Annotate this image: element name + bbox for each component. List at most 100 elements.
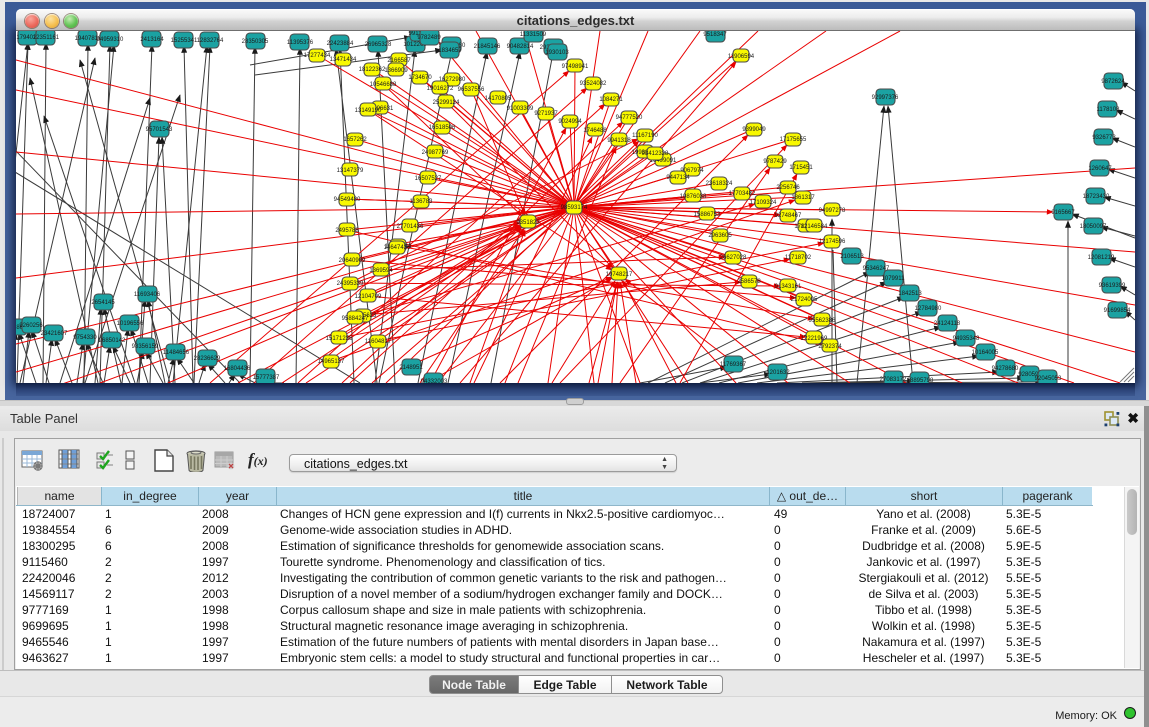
svg-text:13147379: 13147379 (337, 168, 364, 174)
svg-text:9165667: 9165667 (1051, 210, 1075, 216)
svg-text:98593174: 98593174 (561, 205, 588, 211)
svg-text:10196556: 10196556 (117, 321, 144, 327)
svg-text:94935348: 94935348 (953, 336, 980, 342)
svg-text:28236629: 28236629 (194, 356, 221, 362)
svg-text:11484656: 11484656 (163, 350, 190, 356)
svg-text:11331509: 11331509 (520, 32, 547, 38)
svg-text:11769367: 11769367 (720, 362, 747, 368)
svg-text:15886753: 15886753 (694, 212, 721, 218)
svg-text:14965137: 14965137 (318, 359, 345, 365)
svg-text:1369594: 1369594 (369, 268, 393, 274)
svg-text:22423884: 22423884 (327, 41, 354, 47)
svg-text:20640909: 20640909 (339, 258, 366, 264)
svg-text:2413164: 2413164 (140, 37, 164, 43)
svg-text:12174596: 12174596 (819, 239, 846, 245)
svg-text:93524082: 93524082 (580, 81, 607, 87)
svg-text:18122362: 18122362 (359, 67, 386, 73)
svg-text:10748217: 10748217 (606, 272, 633, 278)
svg-text:1930103: 1930103 (545, 50, 569, 56)
svg-text:92997376: 92997376 (872, 95, 899, 101)
svg-text:13471434: 13471434 (330, 57, 357, 63)
svg-text:1657262: 1657262 (343, 137, 367, 143)
svg-text:16507527: 16507527 (415, 176, 442, 182)
svg-text:18050097: 18050097 (1080, 224, 1107, 230)
svg-text:13149190: 13149190 (355, 108, 382, 114)
svg-text:12146584: 12146584 (801, 224, 828, 230)
svg-text:17109324: 17109324 (750, 200, 777, 206)
svg-text:15255341: 15255341 (171, 38, 198, 44)
svg-text:1715451: 1715451 (789, 165, 813, 171)
svg-text:11395376: 11395376 (287, 40, 314, 46)
svg-text:12081219: 12081219 (1088, 255, 1115, 261)
svg-text:1178108: 1178108 (1097, 107, 1121, 113)
svg-text:10164005: 10164005 (972, 350, 999, 356)
svg-text:27701436: 27701436 (397, 224, 424, 230)
svg-text:2495788: 2495788 (335, 228, 359, 234)
svg-text:12351161: 12351161 (33, 35, 60, 41)
svg-text:24987769: 24987769 (422, 150, 449, 156)
svg-text:16804436: 16804436 (224, 366, 251, 372)
svg-text:9787429: 9787429 (763, 159, 787, 165)
svg-text:95562386: 95562386 (809, 318, 836, 324)
svg-text:10876038: 10876038 (680, 194, 707, 200)
svg-text:9351823: 9351823 (516, 220, 540, 226)
svg-text:12832764: 12832764 (197, 38, 224, 44)
svg-text:9271937: 9271937 (534, 111, 558, 117)
svg-text:11693406: 11693406 (134, 292, 161, 298)
svg-text:9872624: 9872624 (1101, 79, 1125, 85)
svg-text:16518506: 16518506 (429, 125, 456, 131)
svg-text:11906594: 11906594 (728, 54, 755, 60)
svg-text:96537556: 96537556 (458, 87, 485, 93)
svg-text:23421607: 23421607 (41, 331, 68, 337)
svg-text:14647436: 14647436 (384, 245, 411, 251)
svg-text:94549480: 94549480 (334, 197, 361, 203)
svg-text:26627028: 26627028 (720, 255, 747, 261)
svg-text:12784980: 12784980 (915, 306, 942, 312)
svg-text:21724005: 21724005 (791, 297, 818, 303)
svg-text:94997278: 94997278 (819, 208, 846, 214)
svg-text:95884247: 95884247 (342, 316, 369, 322)
svg-text:94278680: 94278680 (992, 366, 1019, 372)
svg-text:24124118: 24124118 (934, 321, 961, 327)
svg-text:21845146: 21845146 (474, 44, 501, 50)
svg-text:2106513: 2106513 (840, 254, 864, 260)
svg-text:9782489: 9782489 (417, 35, 441, 41)
svg-text:92748467: 92748467 (775, 213, 802, 219)
svg-text:1079911: 1079911 (882, 276, 906, 282)
svg-text:2148951: 2148951 (399, 365, 423, 371)
svg-text:10546688: 10546688 (370, 82, 397, 88)
svg-text:95701543: 95701543 (146, 127, 173, 133)
svg-text:26850142: 26850142 (99, 338, 126, 344)
svg-text:1084271: 1084271 (599, 97, 623, 103)
svg-text:11718702: 11718702 (785, 255, 812, 261)
svg-text:93412328: 93412328 (642, 151, 669, 157)
svg-text:9941318: 9941318 (607, 138, 631, 144)
svg-text:15171236: 15171236 (326, 336, 353, 342)
svg-text:2586578: 2586578 (737, 279, 761, 285)
svg-text:24395339: 24395339 (337, 281, 364, 287)
svg-text:2792374: 2792374 (818, 344, 842, 350)
svg-text:25299124: 25299124 (433, 100, 460, 106)
svg-text:1746488: 1746488 (583, 128, 607, 134)
svg-text:9518347: 9518347 (703, 32, 727, 38)
svg-text:93619399: 93619399 (1099, 283, 1126, 289)
svg-text:91699854: 91699854 (1104, 308, 1131, 314)
svg-text:17175655: 17175655 (780, 137, 807, 143)
svg-text:91003309: 91003309 (507, 106, 534, 112)
svg-text:2963605: 2963605 (708, 233, 732, 239)
svg-text:11167190: 11167190 (632, 133, 658, 139)
svg-text:9024994: 9024994 (558, 119, 582, 125)
svg-text:91343161: 91343161 (775, 284, 802, 290)
svg-text:23618324: 23618324 (706, 181, 733, 187)
svg-text:1136783: 1136783 (410, 199, 434, 205)
svg-text:9326773: 9326773 (1092, 135, 1116, 141)
svg-text:98356159: 98356159 (132, 344, 159, 350)
svg-text:28350305: 28350305 (242, 39, 269, 45)
svg-text:17703482: 17703482 (729, 191, 756, 197)
svg-text:1834657: 1834657 (438, 48, 462, 54)
svg-text:14170805: 14170805 (485, 96, 512, 102)
svg-text:18723430: 18723430 (1083, 194, 1110, 200)
svg-text:9260256: 9260256 (19, 323, 43, 329)
svg-text:9754330: 9754330 (73, 335, 97, 341)
svg-text:94959310: 94959310 (97, 37, 124, 43)
